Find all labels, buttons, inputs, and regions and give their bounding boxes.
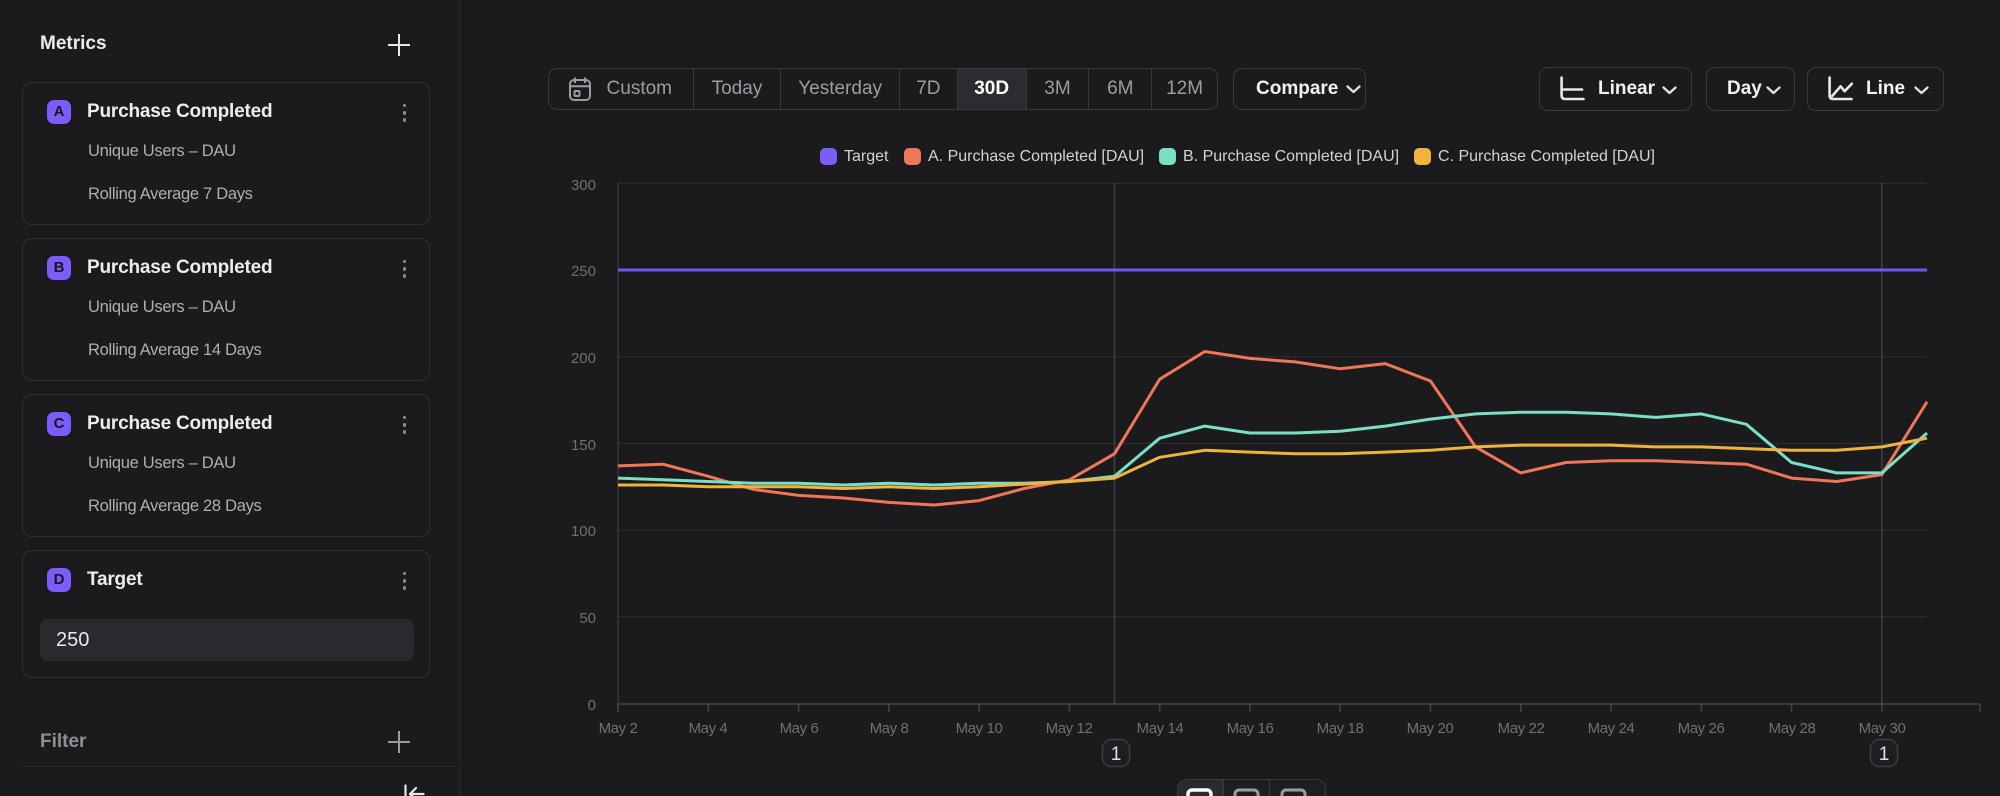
svg-text:May 2: May 2 bbox=[599, 720, 638, 737]
svg-text:May 10: May 10 bbox=[956, 720, 1003, 737]
svg-text:May 16: May 16 bbox=[1227, 720, 1274, 737]
svg-text:May 8: May 8 bbox=[870, 720, 909, 737]
svg-text:150: 150 bbox=[571, 437, 596, 454]
svg-text:May 26: May 26 bbox=[1678, 720, 1725, 737]
svg-text:May 14: May 14 bbox=[1137, 720, 1184, 737]
svg-text:250: 250 bbox=[571, 263, 596, 280]
svg-text:1: 1 bbox=[1879, 744, 1890, 765]
svg-text:300: 300 bbox=[571, 177, 596, 194]
svg-text:200: 200 bbox=[571, 350, 596, 367]
svg-text:May 20: May 20 bbox=[1407, 720, 1454, 737]
svg-text:50: 50 bbox=[579, 610, 596, 627]
svg-text:May 24: May 24 bbox=[1588, 720, 1635, 737]
svg-text:May 30: May 30 bbox=[1859, 720, 1906, 737]
svg-text:May 18: May 18 bbox=[1317, 720, 1364, 737]
svg-text:May 28: May 28 bbox=[1769, 720, 1816, 737]
svg-text:May 6: May 6 bbox=[780, 720, 819, 737]
svg-text:May 4: May 4 bbox=[689, 720, 728, 737]
svg-text:0: 0 bbox=[588, 697, 596, 714]
svg-text:May 22: May 22 bbox=[1498, 720, 1545, 737]
svg-text:May 12: May 12 bbox=[1046, 720, 1093, 737]
svg-text:1: 1 bbox=[1111, 744, 1122, 765]
svg-text:100: 100 bbox=[571, 523, 596, 540]
